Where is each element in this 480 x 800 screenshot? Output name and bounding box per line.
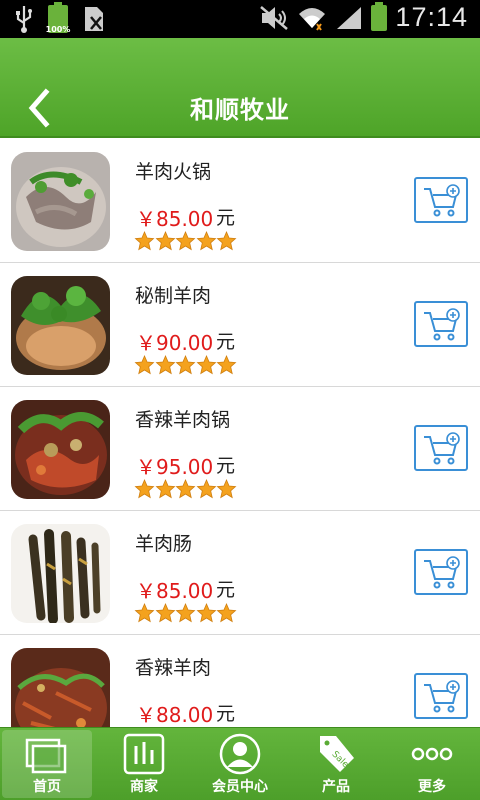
battery-percent: 100% (45, 25, 71, 34)
star-icon (175, 602, 196, 623)
signal-icon (337, 6, 362, 29)
list-item[interactable]: 羊肉肠 ￥85.00 元 (0, 511, 480, 635)
clock: 17:14 (395, 2, 468, 32)
price-unit: 元 (216, 207, 236, 229)
cart-add-icon (424, 556, 460, 589)
usb-icon (16, 6, 32, 33)
rating-stars (134, 602, 237, 623)
cart-add-icon (424, 680, 460, 713)
product-list[interactable]: 羊肉火锅 ￥85.00 元 秘制羊肉 ￥90.00 元 香辣羊肉锅 ￥95.00… (0, 139, 480, 727)
nav-label: 会员中心 (212, 779, 268, 795)
cart-add-icon (424, 308, 460, 341)
wifi-icon (299, 7, 326, 31)
nav-item-merchant[interactable]: 商家 (96, 728, 192, 800)
product-image (11, 400, 110, 499)
star-icon (175, 354, 196, 375)
product-image (11, 648, 110, 727)
list-item[interactable]: 香辣羊肉 ￥88.00 元 (0, 635, 480, 727)
member-icon (219, 733, 261, 775)
star-icon (155, 354, 175, 375)
nav-label: 更多 (418, 779, 446, 795)
add-to-cart-button[interactable] (414, 177, 468, 223)
bottom-nav: 首页 商家 会员中心 Sale 产品 更多 (0, 727, 480, 800)
list-item[interactable]: 秘制羊肉 ￥90.00 元 (0, 263, 480, 387)
star-icon (134, 478, 155, 499)
battery-icon: 100% (46, 2, 70, 34)
app-header: 和顺牧业 (0, 38, 480, 138)
list-item[interactable]: 香辣羊肉锅 ￥95.00 元 (0, 387, 480, 511)
product-price: ￥85.00 (136, 579, 214, 603)
nav-item-member[interactable]: 会员中心 (192, 728, 288, 800)
star-icon (155, 602, 175, 623)
star-icon (196, 230, 216, 251)
rating-stars (134, 354, 237, 375)
page-title: 和顺牧业 (190, 96, 290, 124)
star-icon (216, 478, 237, 499)
product-price: ￥88.00 (136, 703, 214, 727)
star-icon (134, 354, 155, 375)
nav-item-more[interactable]: 更多 (384, 728, 480, 800)
price-unit: 元 (216, 703, 236, 725)
product-image (11, 152, 110, 251)
mute-icon (260, 5, 289, 30)
star-icon (175, 230, 196, 251)
home-icon (25, 738, 67, 774)
product-name[interactable]: 香辣羊肉 (135, 653, 211, 680)
add-to-cart-button[interactable] (414, 425, 468, 471)
star-icon (175, 478, 196, 499)
star-icon (196, 602, 216, 623)
status-bar: 100% 17:14 (0, 0, 480, 38)
add-to-cart-button[interactable] (414, 673, 468, 719)
star-icon (134, 602, 155, 623)
cart-add-icon (424, 184, 460, 217)
product-image (11, 276, 110, 375)
nav-label: 商家 (130, 779, 158, 795)
star-icon (155, 478, 175, 499)
price-unit: 元 (216, 455, 236, 477)
list-item[interactable]: 羊肉火锅 ￥85.00 元 (0, 139, 480, 263)
add-to-cart-button[interactable] (414, 301, 468, 347)
nav-label: 首页 (33, 779, 61, 795)
cart-add-icon (424, 432, 460, 465)
rating-stars (134, 478, 237, 499)
sim-icon (85, 7, 103, 31)
star-icon (216, 230, 237, 251)
price-unit: 元 (216, 579, 236, 601)
rating-stars (134, 230, 237, 251)
nav-label: 产品 (322, 779, 350, 795)
merchant-icon (123, 733, 165, 775)
nav-item-products[interactable]: Sale 产品 (288, 728, 384, 800)
price-unit: 元 (216, 331, 236, 353)
star-icon (196, 354, 216, 375)
star-icon (196, 478, 216, 499)
product-name[interactable]: 秘制羊肉 (135, 281, 211, 308)
sale-tag-icon: Sale (320, 736, 354, 772)
star-icon (216, 602, 237, 623)
more-icon (411, 747, 453, 761)
product-image (11, 524, 110, 623)
star-icon (216, 354, 237, 375)
product-price: ￥95.00 (136, 455, 214, 479)
product-name[interactable]: 香辣羊肉锅 (135, 405, 230, 432)
product-price: ￥85.00 (136, 207, 214, 231)
add-to-cart-button[interactable] (414, 549, 468, 595)
nav-item-home[interactable]: 首页 (2, 730, 92, 798)
star-icon (134, 230, 155, 251)
product-name[interactable]: 羊肉肠 (135, 529, 192, 556)
star-icon (155, 230, 175, 251)
product-price: ￥90.00 (136, 331, 214, 355)
battery-icon (371, 1, 388, 31)
product-name[interactable]: 羊肉火锅 (135, 157, 211, 184)
